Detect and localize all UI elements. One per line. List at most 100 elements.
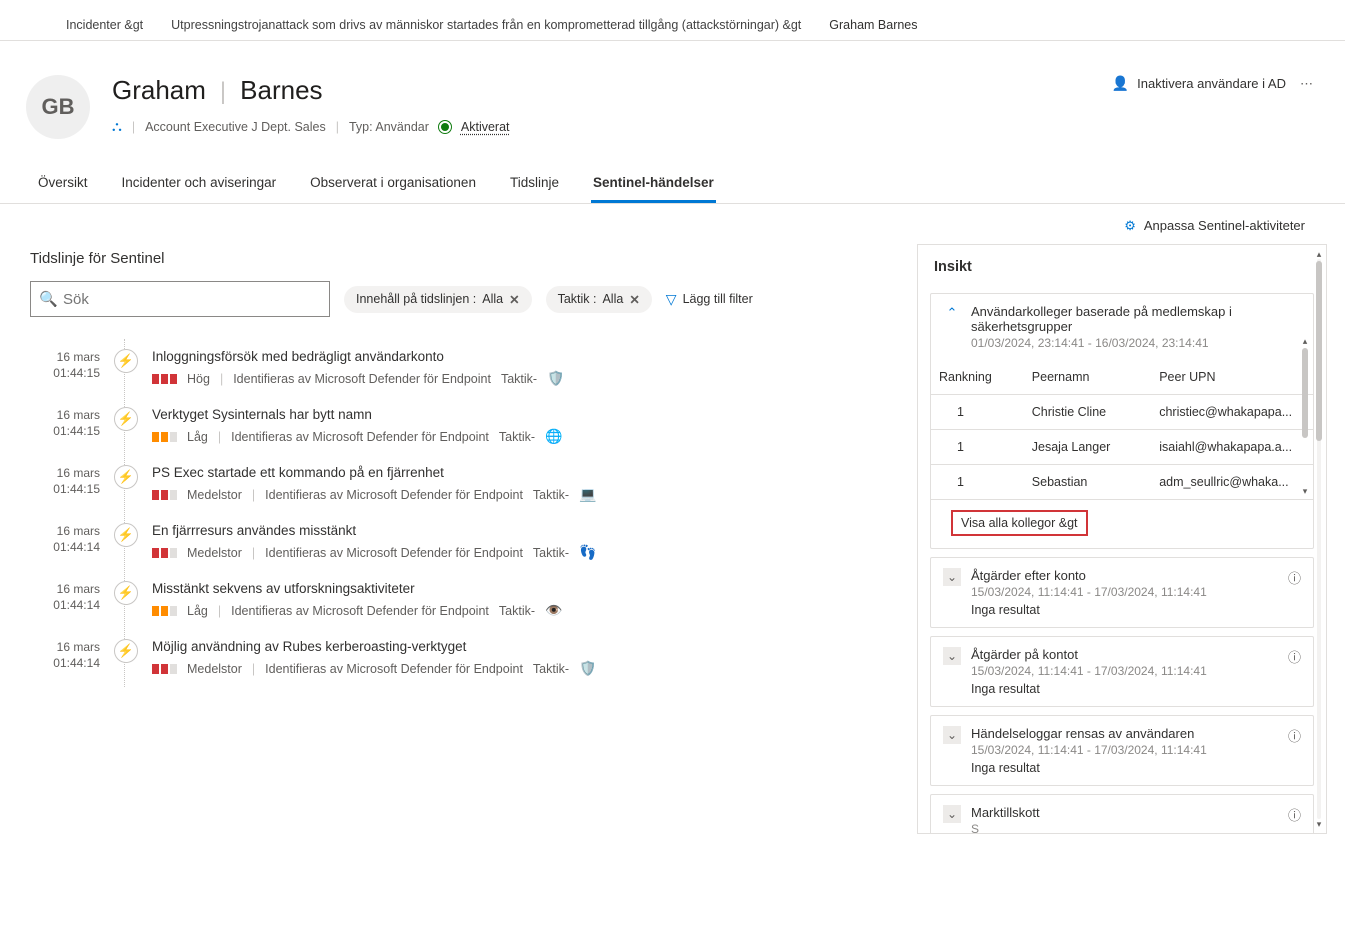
severity-icon — [152, 606, 177, 616]
timeline-item-meta: Medelstor|Identifieras av Microsoft Defe… — [152, 660, 895, 677]
breadcrumb-incident-name[interactable]: Utpressningstrojanattack som drivs av mä… — [171, 18, 801, 32]
timeline-item[interactable]: 16 mars01:44:15⚡Verktyget Sysinternals h… — [30, 397, 895, 455]
tab-overview[interactable]: Översikt — [36, 175, 90, 203]
timeline-item[interactable]: 16 mars01:44:14⚡Möjlig användning av Rub… — [30, 629, 895, 687]
role-text: Account Executive J Dept. Sales — [145, 120, 326, 134]
cell-upn: christiec@whakapapa... — [1151, 395, 1313, 430]
filter-pill-tactic-clear[interactable]: ✕ — [629, 292, 639, 307]
col-name[interactable]: Peernamn — [1024, 360, 1151, 395]
timeline-item-meta: Medelstor|Identifieras av Microsoft Defe… — [152, 544, 895, 561]
insight-card-range: 15/03/2024, 11:14:41 - 17/03/2024, 11:14… — [971, 743, 1278, 757]
timeline-date: 16 mars01:44:14 — [30, 639, 100, 671]
severity-icon — [152, 374, 177, 384]
chevron-down-icon[interactable]: ⌄ — [943, 647, 961, 665]
insight-title: Insikt — [918, 245, 1326, 285]
org-icon: ⛬ — [112, 118, 122, 135]
info-icon[interactable]: ⓘ — [1288, 726, 1301, 745]
cell-name: Sebastian — [1024, 465, 1151, 500]
insight-card-range: 15/03/2024, 11:14:41 - 17/03/2024, 11:14… — [971, 585, 1278, 599]
filter-pill-tactic-value: Alla — [602, 292, 623, 306]
tab-sentinel[interactable]: Sentinel-händelser — [591, 175, 716, 203]
table-row[interactable]: 1Christie Clinechristiec@whakapapa... — [931, 395, 1313, 430]
timeline-item[interactable]: 16 mars01:44:14⚡En fjärrresurs användes … — [30, 513, 895, 571]
show-all-peers-link[interactable]: Visa alla kollegor &gt — [951, 510, 1088, 536]
timeline-node: ⚡ — [112, 349, 140, 373]
breadcrumb-current: Graham Barnes — [829, 18, 917, 32]
timeline-item[interactable]: 16 mars01:44:15⚡Inloggningsförsök med be… — [30, 339, 895, 397]
add-filter-label: Lägg till filter — [683, 292, 753, 306]
insight-card-title: Åtgärder efter konto — [971, 568, 1278, 583]
add-filter-button[interactable]: ▽ Lägg till filter — [666, 291, 753, 308]
info-icon[interactable]: ⓘ — [1288, 568, 1301, 587]
tactic-label: Taktik- — [501, 372, 537, 386]
filter-pill-tactic[interactable]: Taktik : Alla ✕ — [546, 286, 652, 313]
tactic-label: Taktik- — [533, 488, 569, 502]
timeline-item[interactable]: 16 mars01:44:15⚡PS Exec startade ett kom… — [30, 455, 895, 513]
status-link[interactable]: Aktiverat — [461, 120, 510, 134]
chevron-down-icon[interactable]: ⌄ — [943, 568, 961, 586]
status-dot-icon — [439, 121, 451, 133]
scroll-down-icon[interactable]: ▾ — [1314, 819, 1324, 829]
timeline-item-meta: Låg|Identifieras av Microsoft Defender f… — [152, 602, 895, 619]
col-rank[interactable]: Rankning — [931, 360, 1024, 395]
timeline-date: 16 mars01:44:15 — [30, 349, 100, 381]
search-wrap: 🔍 — [30, 281, 330, 317]
detection-source: Identifieras av Microsoft Defender för E… — [265, 662, 523, 676]
disable-user-button[interactable]: Inaktivera användare i AD — [1137, 76, 1286, 91]
bolt-icon: ⚡ — [114, 639, 138, 663]
tab-incidents[interactable]: Incidenter och aviseringar — [120, 175, 279, 203]
filter-row: 🔍 Innehåll på tidslinjen : Alla ✕ Taktik… — [30, 281, 895, 317]
search-input[interactable] — [30, 281, 330, 317]
scroll-up-icon[interactable]: ▴ — [1314, 249, 1324, 259]
timeline-node: ⚡ — [112, 639, 140, 663]
insight-card-range: S — [971, 822, 1278, 834]
bolt-icon: ⚡ — [114, 407, 138, 431]
insight-scrollbar[interactable]: ▴ ▾ — [1314, 249, 1324, 829]
table-row[interactable]: 1Sebastianadm_seullric@whaka... — [931, 465, 1313, 500]
filter-pill-content-clear[interactable]: ✕ — [509, 292, 519, 307]
chevron-down-icon[interactable]: ⌄ — [943, 726, 961, 744]
chevron-up-icon[interactable]: ⌃ — [943, 304, 961, 322]
timeline-item[interactable]: 16 mars01:44:14⚡Misstänkt sekvens av utf… — [30, 571, 895, 629]
scroll-thumb[interactable] — [1302, 348, 1308, 438]
filter-pill-content[interactable]: Innehåll på tidslinjen : Alla ✕ — [344, 286, 532, 313]
filter-pill-content-value: Alla — [482, 292, 503, 306]
tab-timeline[interactable]: Tidslinje — [508, 175, 561, 203]
more-actions-button[interactable]: ⋯ — [1294, 76, 1319, 92]
insight-card-result: Inga resultat — [971, 682, 1278, 696]
insight-card: ⌄Händelseloggar rensas av användaren15/0… — [930, 715, 1314, 786]
timeline-item-meta: Hög|Identifieras av Microsoft Defender f… — [152, 370, 895, 387]
severity-icon — [152, 548, 177, 558]
breadcrumb-incidents[interactable]: Incidenter &gt — [66, 18, 143, 32]
scroll-down-icon[interactable]: ▾ — [1300, 486, 1310, 496]
col-upn[interactable]: Peer UPN — [1151, 360, 1313, 395]
severity-label: Låg — [187, 604, 208, 618]
timeline-item-meta: Låg|Identifieras av Microsoft Defender f… — [152, 428, 895, 445]
peers-scrollbar[interactable]: ▴ ▾ — [1301, 336, 1309, 496]
chevron-down-icon[interactable]: ⌄ — [943, 805, 961, 823]
customize-activities-button[interactable]: Anpassa Sentinel-aktiviteter — [1144, 218, 1305, 234]
detection-source: Identifieras av Microsoft Defender för E… — [231, 604, 489, 618]
timeline-node: ⚡ — [112, 407, 140, 431]
avatar: GB — [26, 75, 90, 139]
title-separator: | — [220, 78, 226, 106]
peers-card-title: Användarkolleger baserade på medlemskap … — [971, 304, 1301, 334]
entity-subtitle: ⛬ | Account Executive J Dept. Sales | Ty… — [112, 118, 1090, 135]
detection-source: Identifieras av Microsoft Defender för E… — [265, 546, 523, 560]
tabs: Översikt Incidenter och aviseringar Obse… — [0, 139, 1345, 204]
insight-card-peers: ⌃ Användarkolleger baserade på medlemska… — [930, 293, 1314, 549]
detection-source: Identifieras av Microsoft Defender för E… — [265, 488, 523, 502]
info-icon[interactable]: ⓘ — [1288, 647, 1301, 666]
filter-pill-content-label: Innehåll på tidslinjen : — [356, 292, 476, 306]
scroll-thumb[interactable] — [1316, 261, 1322, 441]
table-row[interactable]: 1Jesaja Langerisaiahl@whakapapa.a... — [931, 430, 1313, 465]
bolt-icon: ⚡ — [114, 523, 138, 547]
insight-card-title: Åtgärder på kontot — [971, 647, 1278, 662]
detection-source: Identifieras av Microsoft Defender för E… — [233, 372, 491, 386]
tactic-icon: 💻 — [579, 486, 596, 503]
info-icon[interactable]: ⓘ — [1288, 805, 1301, 824]
tactic-icon: 👁️ — [545, 602, 562, 619]
tab-observed[interactable]: Observerat i organisationen — [308, 175, 478, 203]
severity-label: Hög — [187, 372, 210, 386]
scroll-up-icon[interactable]: ▴ — [1300, 336, 1310, 346]
